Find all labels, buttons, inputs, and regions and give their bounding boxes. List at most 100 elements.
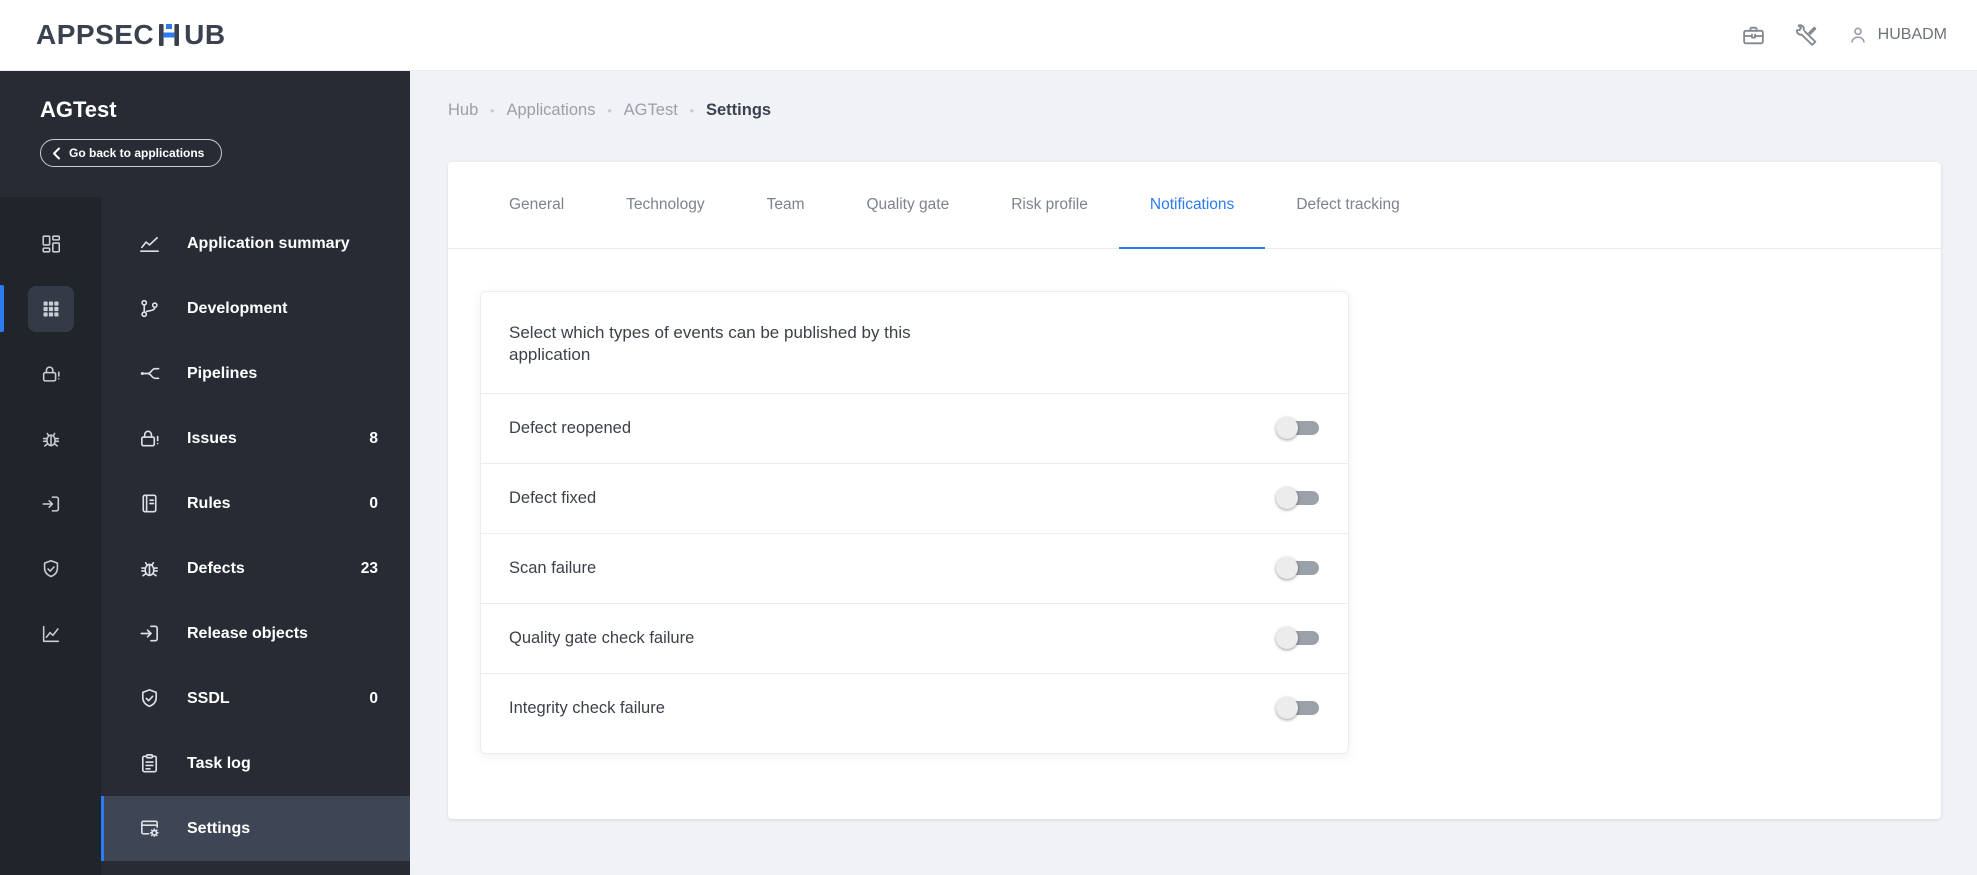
lock-alert-icon	[137, 427, 161, 451]
toggle-label-defect-reopened: Defect reopened	[509, 418, 632, 437]
export-icon	[137, 622, 161, 646]
tab-technology[interactable]: Technology	[595, 162, 735, 249]
sidebar-item-settings[interactable]: Settings	[101, 796, 410, 861]
logo-h-icon	[156, 21, 182, 49]
sidebar-item-count: 0	[369, 689, 378, 707]
dashboard-icon	[28, 221, 74, 267]
sidebar-item-label: Settings	[187, 819, 251, 837]
toggle-row: Integrity check failure	[481, 672, 1348, 743]
applications-icon	[27, 285, 74, 332]
breadcrumb-hub[interactable]: Hub	[448, 101, 478, 120]
sidebar-item-defects[interactable]: Defects 23	[101, 536, 410, 601]
user-menu[interactable]: HUBADM	[1847, 24, 1947, 46]
application-name: AGTest	[40, 97, 117, 122]
journal-icon	[137, 492, 161, 516]
switch-thumb	[1276, 627, 1298, 650]
sidebar-item-release-objects[interactable]: Release objects	[101, 601, 410, 666]
user-icon	[1847, 24, 1869, 46]
switch-thumb	[1276, 417, 1298, 440]
breadcrumb-agtest[interactable]: AGTest	[624, 101, 678, 120]
switch-thumb	[1276, 557, 1298, 580]
toggle-row: Scan failure	[481, 532, 1348, 603]
icon-rail	[0, 197, 101, 875]
switch-thumb	[1276, 487, 1298, 510]
sidebar-item-label: Application summary	[187, 234, 350, 252]
chevron-left-icon	[52, 147, 61, 160]
toggle-integrity-check-failure[interactable]	[1276, 697, 1320, 720]
panel-bottom-spacer	[481, 743, 1348, 753]
sidebar-item-count: 8	[369, 429, 378, 447]
toggle-scan-failure[interactable]	[1276, 557, 1320, 580]
breadcrumb-separator: •	[689, 103, 694, 118]
rail-item-release-objects[interactable]	[0, 471, 101, 536]
rail-item-metrics[interactable]	[0, 601, 101, 666]
pipeline-icon	[137, 362, 161, 386]
top-bar: APPSEC UB HUBADM	[0, 0, 1977, 71]
notifications-panel: Select which types of events can be publ…	[480, 291, 1349, 754]
user-name: HUBADM	[1877, 26, 1947, 43]
sidebar-item-pipelines[interactable]: Pipelines	[101, 341, 410, 406]
chart-line-icon	[137, 232, 161, 256]
sidebar-item-label: Defects	[187, 559, 245, 577]
rail-item-dashboard[interactable]	[0, 211, 101, 276]
sidebar-item-ssdl[interactable]: SSDL 0	[101, 666, 410, 731]
sidebar-item-label: Rules	[187, 494, 231, 512]
breadcrumb-settings: Settings	[705, 101, 772, 119]
breadcrumb-applications[interactable]: Applications	[506, 101, 595, 120]
shield-check-icon	[137, 687, 161, 711]
breadcrumb-separator: •	[490, 103, 495, 118]
breadcrumb: Hub • Applications • AGTest • Settings	[448, 101, 1941, 120]
topbar-actions: HUBADM	[1741, 23, 1947, 48]
sidebar-item-rules[interactable]: Rules 0	[101, 471, 410, 536]
toggle-row: Quality gate check failure	[481, 602, 1348, 673]
toolbox-icon[interactable]	[1741, 23, 1766, 48]
sidebar-item-label: SSDL	[187, 689, 230, 707]
tab-quality-gate[interactable]: Quality gate	[835, 162, 980, 249]
sidebar-item-count: 0	[369, 494, 378, 512]
sidebar-item-label: Release objects	[187, 624, 308, 642]
tab-general[interactable]: General	[478, 162, 595, 249]
settings-tabs: General Technology Team Quality gate Ris…	[448, 162, 1941, 249]
main-content: Hub • Applications • AGTest • Settings G…	[410, 71, 1977, 875]
toggle-defect-fixed[interactable]	[1276, 487, 1320, 510]
metrics-icon	[28, 611, 74, 657]
sidebar-item-label: Pipelines	[187, 364, 258, 382]
sidebar-item-count: 23	[360, 559, 378, 577]
toggle-quality-gate-check-failure[interactable]	[1276, 627, 1320, 650]
toggle-defect-reopened[interactable]	[1276, 417, 1320, 440]
panel-description: Select which types of events can be publ…	[509, 323, 911, 365]
toggle-label-scan-failure: Scan failure	[509, 558, 597, 577]
rail-item-ssdl[interactable]	[0, 536, 101, 601]
settings-card: General Technology Team Quality gate Ris…	[448, 162, 1941, 819]
sidebar-item-label: Issues	[187, 429, 237, 447]
shield-icon	[28, 546, 74, 592]
sidebar-item-application-summary[interactable]: Application summary	[101, 211, 410, 276]
logo-text-right: UB	[184, 19, 226, 50]
toggle-row: Defect reopened	[481, 392, 1348, 463]
branch-icon	[137, 297, 161, 321]
rail-item-issues[interactable]	[0, 341, 101, 406]
breadcrumb-separator: •	[607, 103, 612, 118]
tab-risk-profile[interactable]: Risk profile	[980, 162, 1119, 249]
sidebar-item-label: Development	[187, 299, 288, 317]
go-back-label: Go back to applications	[69, 146, 205, 160]
rail-item-applications[interactable]	[0, 276, 101, 341]
rail-item-defects[interactable]	[0, 406, 101, 471]
tab-notifications[interactable]: Notifications	[1118, 162, 1266, 249]
tab-team[interactable]: Team	[736, 162, 836, 249]
lock-alert-icon	[28, 351, 74, 397]
toggle-label-quality-gate-check-failure: Quality gate check failure	[509, 628, 695, 647]
app-logo[interactable]: APPSEC UB	[36, 19, 226, 51]
go-back-button[interactable]: Go back to applications	[40, 139, 223, 167]
logo-text-left: APPSEC	[36, 19, 155, 50]
bug-icon	[137, 557, 161, 581]
sidebar-item-development[interactable]: Development	[101, 276, 410, 341]
toggle-label-defect-fixed: Defect fixed	[509, 488, 597, 507]
sidebar-item-task-log[interactable]: Task log	[101, 731, 410, 796]
toggle-label-integrity-check-failure: Integrity check failure	[509, 698, 665, 717]
sidebar-item-issues[interactable]: Issues 8	[101, 406, 410, 471]
tools-icon[interactable]	[1794, 23, 1819, 48]
tab-defect-tracking[interactable]: Defect tracking	[1265, 162, 1430, 249]
sidebar: AGTest Go back to applications Applicati…	[0, 71, 410, 875]
sidebar-header: AGTest Go back to applications	[0, 71, 410, 197]
